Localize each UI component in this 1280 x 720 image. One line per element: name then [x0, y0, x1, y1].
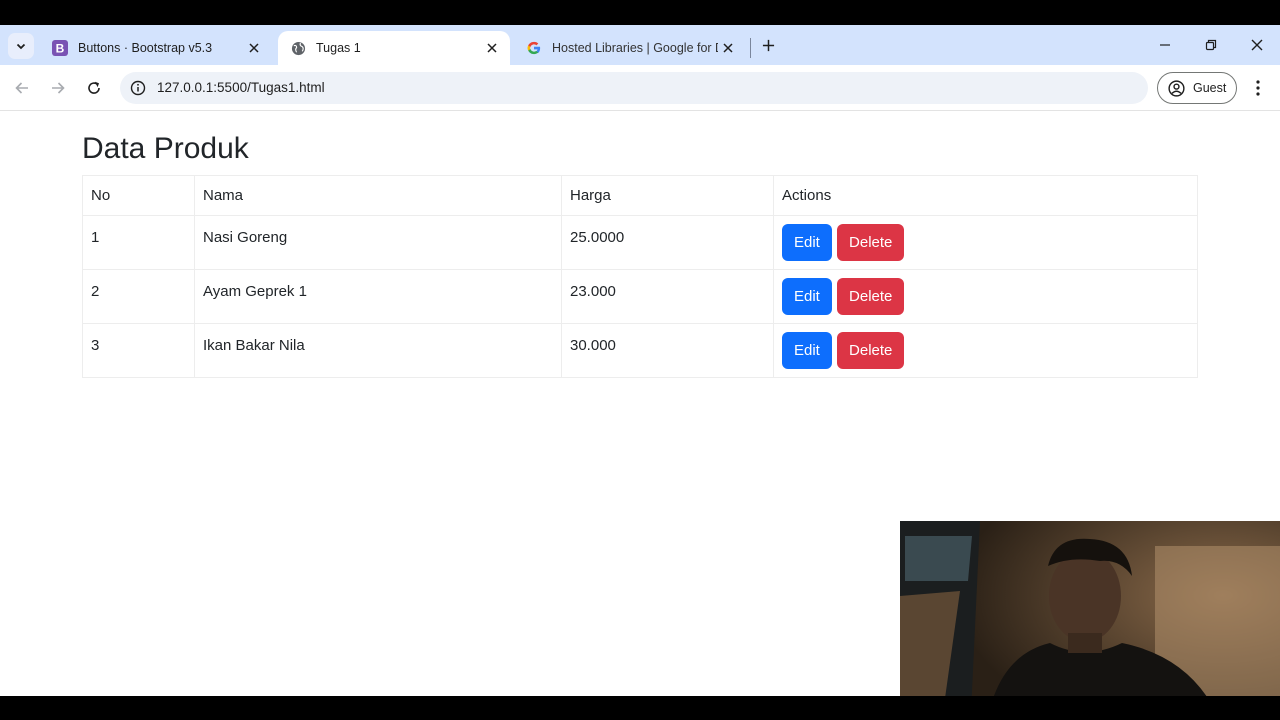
new-tab-button[interactable]: [758, 35, 778, 55]
header-actions: Actions: [773, 175, 1198, 216]
plus-icon: [762, 39, 774, 51]
cell-harga: 23.000: [561, 269, 774, 324]
cell-actions: Edit Delete: [773, 215, 1198, 270]
edit-button[interactable]: Edit: [782, 224, 832, 261]
table-row: 1 Nasi Goreng 25.0000 Edit Delete: [82, 215, 1198, 270]
cell-actions: Edit Delete: [773, 323, 1198, 378]
profile-label: Guest: [1193, 81, 1227, 95]
header-nama: Nama: [194, 175, 562, 216]
browser-window: B Buttons · Bootstrap v5.3 Tugas 1 Hoste…: [0, 25, 1280, 696]
cell-nama: Nasi Goreng: [194, 215, 562, 270]
globe-icon: [290, 40, 306, 56]
tab-hosted-libraries[interactable]: Hosted Libraries | Google for D: [514, 31, 746, 65]
tab-strip: B Buttons · Bootstrap v5.3 Tugas 1 Hoste…: [0, 25, 1280, 65]
cell-no: 2: [82, 269, 195, 324]
forward-button[interactable]: [46, 76, 70, 100]
bootstrap-icon: B: [52, 40, 68, 56]
reload-button[interactable]: [82, 76, 106, 100]
table-header-row: No Nama Harga Actions: [82, 175, 1198, 216]
delete-button[interactable]: Delete: [837, 224, 905, 261]
close-window-button[interactable]: [1245, 33, 1269, 57]
address-bar[interactable]: 127.0.0.1:5500/Tugas1.html: [120, 72, 1148, 104]
tab-title: Tugas 1: [316, 41, 361, 55]
header-no: No: [82, 175, 195, 216]
cell-no: 3: [82, 323, 195, 378]
table-row: 3 Ikan Bakar Nila 30.000 Edit Delete: [82, 323, 1198, 378]
tab-title: Hosted Libraries | Google for D: [552, 41, 718, 55]
table-row: 2 Ayam Geprek 1 23.000 Edit Delete: [82, 269, 1198, 324]
edit-button[interactable]: Edit: [782, 278, 832, 315]
browser-toolbar: 127.0.0.1:5500/Tugas1.html Guest: [0, 65, 1280, 111]
browser-menu-button[interactable]: [1248, 76, 1268, 100]
tab-search-button[interactable]: [8, 33, 34, 59]
close-icon: [1251, 39, 1263, 51]
minimize-button[interactable]: [1153, 33, 1177, 57]
close-tab-icon[interactable]: [244, 38, 264, 58]
delete-button[interactable]: Delete: [837, 332, 905, 369]
cell-actions: Edit Delete: [773, 269, 1198, 324]
close-tab-icon[interactable]: [482, 38, 502, 58]
arrow-left-icon: [15, 82, 28, 94]
svg-text:B: B: [56, 42, 65, 56]
chevron-down-icon: [16, 43, 26, 50]
tab-bootstrap-buttons[interactable]: B Buttons · Bootstrap v5.3: [40, 31, 272, 65]
page-title: Data Produk: [82, 132, 249, 165]
cell-no: 1: [82, 215, 195, 270]
cell-harga: 25.0000: [561, 215, 774, 270]
close-tab-icon[interactable]: [718, 38, 738, 58]
cell-harga: 30.000: [561, 323, 774, 378]
google-icon: [526, 40, 542, 56]
product-table: No Nama Harga Actions 1 Nasi Goreng 25.0…: [82, 175, 1198, 378]
header-harga: Harga: [561, 175, 774, 216]
cell-nama: Ikan Bakar Nila: [194, 323, 562, 378]
edit-button[interactable]: Edit: [782, 332, 832, 369]
webcam-person-image: [900, 521, 1280, 696]
webcam-overlay: [900, 521, 1280, 696]
tab-tugas-1[interactable]: Tugas 1: [278, 31, 510, 65]
cell-nama: Ayam Geprek 1: [194, 269, 562, 324]
site-info-icon[interactable]: [130, 80, 146, 96]
restore-icon: [1205, 39, 1217, 51]
restore-button[interactable]: [1199, 33, 1223, 57]
tab-separator: [750, 38, 751, 58]
page-content: Data Produk No Nama Harga Actions 1 Nasi…: [0, 112, 1280, 696]
tab-title: Buttons · Bootstrap v5.3: [78, 41, 213, 55]
url-text: 127.0.0.1:5500/Tugas1.html: [157, 80, 325, 95]
profile-button[interactable]: Guest: [1157, 72, 1237, 104]
arrow-right-icon: [52, 82, 65, 94]
more-vertical-icon: [1256, 80, 1260, 96]
minimize-icon: [1160, 44, 1170, 46]
delete-button[interactable]: Delete: [837, 278, 905, 315]
account-circle-icon: [1168, 79, 1185, 97]
reload-icon: [88, 81, 100, 94]
back-button[interactable]: [10, 76, 34, 100]
